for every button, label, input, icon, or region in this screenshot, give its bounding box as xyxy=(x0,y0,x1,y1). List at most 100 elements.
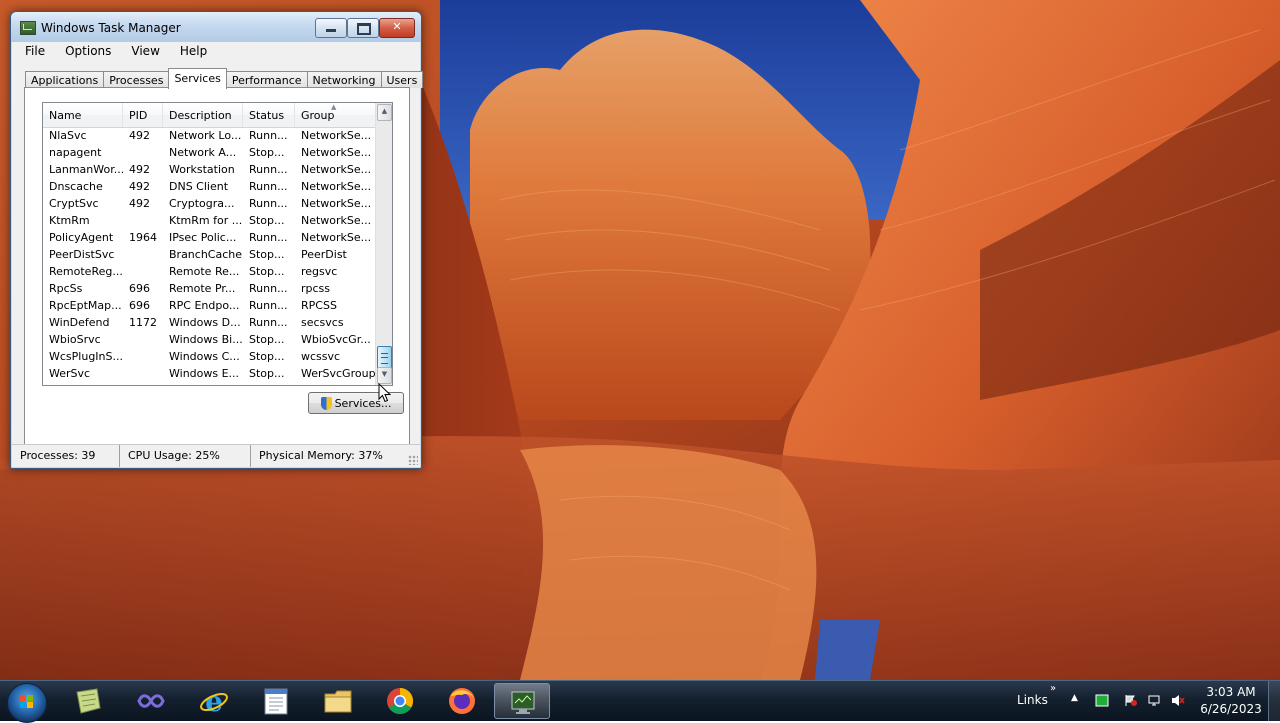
cell-description: Workstation xyxy=(169,163,235,176)
cell-group: PeerDist xyxy=(301,248,347,261)
cell-status: Stop... xyxy=(249,265,285,278)
table-row[interactable]: PolicyAgent 1964 IPsec Polic... Runn... Netw… xyxy=(43,229,377,246)
taskbar-notepad[interactable] xyxy=(248,683,304,719)
toolbar-chevron-icon[interactable]: » xyxy=(1050,683,1056,694)
menu-options[interactable]: Options xyxy=(52,42,118,60)
services-list[interactable]: Name PID Description Status Group ▲ NlaS… xyxy=(42,102,393,386)
volume-muted-icon[interactable] xyxy=(1171,694,1185,707)
table-row[interactable]: WinDefend 1172 Windows D... Runn... secsvcs xyxy=(43,314,377,331)
tab-networking[interactable]: Networking xyxy=(306,71,382,88)
tab-users[interactable]: Users xyxy=(380,71,424,88)
internet-explorer-icon: e xyxy=(200,686,228,716)
taskbar-firefox[interactable] xyxy=(434,683,490,719)
cell-pid: 492 xyxy=(129,197,150,210)
close-icon: ✕ xyxy=(392,20,402,33)
show-desktop-button[interactable] xyxy=(1268,681,1280,721)
cell-pid xyxy=(123,331,163,348)
cell-description: DNS Client xyxy=(169,180,229,193)
column-header-pid[interactable]: PID xyxy=(123,103,163,127)
show-hidden-icons-icon[interactable]: ▲ xyxy=(1071,693,1078,703)
menu-file[interactable]: File xyxy=(12,42,52,60)
vertical-scrollbar[interactable]: ▲ ▼ xyxy=(375,103,392,385)
column-header-name[interactable]: Name xyxy=(43,103,123,127)
title-bar[interactable]: Windows Task Manager ✕ xyxy=(11,12,421,42)
table-row[interactable]: RpcSs 696 Remote Pr... Runn... rpcss xyxy=(43,280,377,297)
list-rows: NlaSvc 492 Network Lo... Runn... NetworkSe..… xyxy=(43,127,377,382)
cell-status: Runn... xyxy=(249,282,288,295)
cell-description: IPsec Polic... xyxy=(169,231,237,244)
svg-text:e: e xyxy=(205,686,223,716)
table-row[interactable]: Dnscache 492 DNS Client Runn... NetworkSe... xyxy=(43,178,377,195)
cell-status: Runn... xyxy=(249,163,288,176)
table-row[interactable]: WcsPlugInS... Windows C... Stop... wcssvc xyxy=(43,348,377,365)
column-header-description[interactable]: Description xyxy=(163,103,243,127)
notepad-icon xyxy=(264,688,288,715)
table-row[interactable]: KtmRm KtmRm for ... Stop... NetworkSe... xyxy=(43,212,377,229)
cell-name: LanmanWor... xyxy=(49,163,123,176)
cell-pid xyxy=(123,246,163,263)
column-header-group[interactable]: Group ▲ xyxy=(295,103,377,127)
task-manager-icon xyxy=(20,21,36,35)
clock-date[interactable]: 6/26/2023 xyxy=(1200,702,1262,716)
scroll-down-button[interactable]: ▼ xyxy=(377,367,392,384)
cell-status: Stop... xyxy=(249,350,285,363)
tab-processes[interactable]: Processes xyxy=(103,71,170,88)
minimize-icon xyxy=(326,29,336,32)
action-center-flag-icon[interactable] xyxy=(1124,694,1138,707)
cell-group: regsvc xyxy=(301,265,338,278)
network-icon[interactable] xyxy=(1147,694,1161,707)
resize-grip-icon[interactable] xyxy=(408,455,418,465)
sort-ascending-icon: ▲ xyxy=(331,103,337,111)
task-manager-icon xyxy=(511,691,535,714)
cell-description: Windows D... xyxy=(169,316,241,329)
table-row[interactable]: RpcEptMap... 696 RPC Endpo... Runn... RPCSS xyxy=(43,297,377,314)
close-button[interactable]: ✕ xyxy=(379,18,415,38)
table-row[interactable]: WbioSrvc Windows Bi... Stop... WbioSvcGr... xyxy=(43,331,377,348)
taskbar-chrome[interactable] xyxy=(372,683,428,719)
taskbar-task-manager[interactable] xyxy=(494,683,550,719)
mouse-cursor-icon xyxy=(378,383,392,403)
cell-group: NetworkSe... xyxy=(301,180,372,193)
scroll-up-button[interactable]: ▲ xyxy=(377,104,392,121)
links-toolbar[interactable]: Links xyxy=(1017,693,1048,707)
menu-help[interactable]: Help xyxy=(167,42,214,60)
taskbar-notes[interactable] xyxy=(60,683,116,719)
cell-description: Network A... xyxy=(169,146,237,159)
column-header-status[interactable]: Status xyxy=(243,103,295,127)
tab-strip: Applications Processes Services Performa… xyxy=(25,68,424,89)
tab-performance[interactable]: Performance xyxy=(225,71,308,88)
cell-name: WbioSrvc xyxy=(49,333,101,346)
column-header-group-label: Group xyxy=(301,109,335,122)
table-row[interactable]: WerSvc Windows E... Stop... WerSvcGroup xyxy=(43,365,377,382)
green-tray-icon[interactable] xyxy=(1095,694,1109,707)
table-row[interactable]: LanmanWor... 492 Workstation Runn... Network… xyxy=(43,161,377,178)
cell-pid: 696 xyxy=(129,282,150,295)
taskbar-file-explorer[interactable] xyxy=(310,683,366,719)
clock-time[interactable]: 3:03 AM xyxy=(1203,685,1259,699)
cell-pid: 492 xyxy=(129,129,150,142)
status-bar: Processes: 39 CPU Usage: 25% Physical Me… xyxy=(12,444,420,467)
maximize-button[interactable] xyxy=(347,18,379,38)
cell-pid: 1172 xyxy=(129,316,157,329)
minimize-button[interactable] xyxy=(315,18,347,38)
menu-view[interactable]: View xyxy=(118,42,166,60)
taskbar-visual-studio[interactable] xyxy=(123,683,179,719)
tab-services[interactable]: Services xyxy=(168,68,227,89)
table-row[interactable]: napagent Network A... Stop... NetworkSe... xyxy=(43,144,377,161)
cell-group: NetworkSe... xyxy=(301,146,372,159)
table-row[interactable]: NlaSvc 492 Network Lo... Runn... NetworkSe..… xyxy=(43,127,377,144)
table-row[interactable]: PeerDistSvc BranchCache Stop... PeerDist xyxy=(43,246,377,263)
cell-description: RPC Endpo... xyxy=(169,299,240,312)
table-row[interactable]: CryptSvc 492 Cryptogra... Runn... NetworkSe.… xyxy=(43,195,377,212)
cell-group: WerSvcGroup xyxy=(301,367,376,380)
taskbar-internet-explorer[interactable]: e xyxy=(186,683,242,719)
status-processes: Processes: 39 xyxy=(12,445,120,467)
cell-group: NetworkSe... xyxy=(301,129,372,142)
cell-description: Windows Bi... xyxy=(169,333,243,346)
tab-applications[interactable]: Applications xyxy=(25,71,105,88)
start-button[interactable] xyxy=(7,683,47,723)
table-row[interactable]: RemoteReg... Remote Re... Stop... regsvc xyxy=(43,263,377,280)
cell-status: Runn... xyxy=(249,197,288,210)
task-manager-window[interactable]: Windows Task Manager ✕ File Options View… xyxy=(10,11,424,469)
status-physical-memory: Physical Memory: 37% xyxy=(259,449,383,462)
